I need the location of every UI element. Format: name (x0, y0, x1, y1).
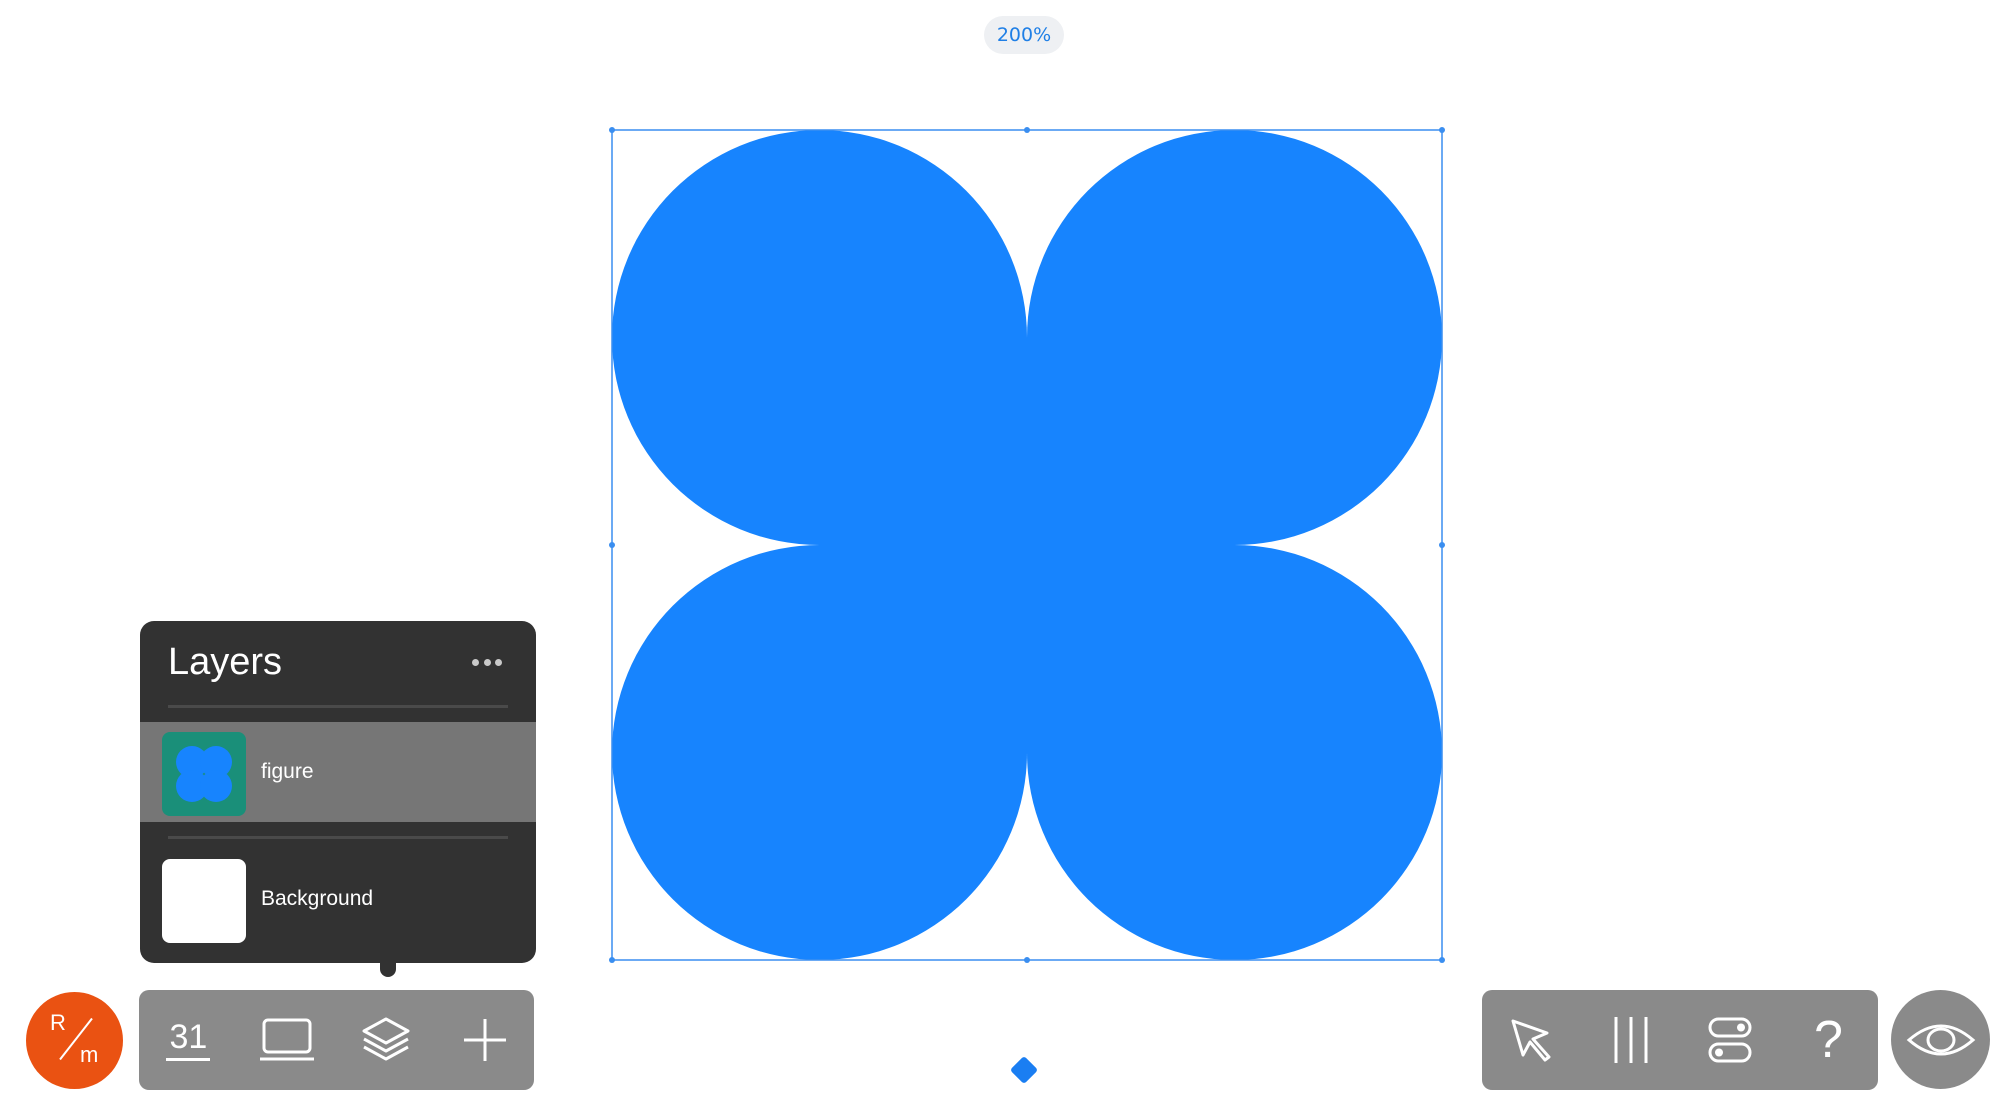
eye-icon (1906, 1024, 1975, 1055)
handle-middle-left (609, 542, 615, 548)
add-icon (463, 1019, 506, 1061)
select-arrow-icon (1511, 1019, 1550, 1062)
panel-pointer (380, 961, 396, 977)
artboard-icon (260, 1018, 315, 1061)
columns-icon (1614, 1017, 1647, 1063)
handle-top-middle (1024, 127, 1030, 133)
handle-bottom-right (1439, 957, 1445, 963)
layers-panel-title: Layers (168, 641, 283, 683)
app-stage: 200% Layers figure Background R m 31 ? (0, 0, 2000, 1110)
layer-name: Background (261, 887, 374, 910)
zoom-level-indicator[interactable]: 200% (984, 16, 1064, 54)
handle-top-left (609, 127, 615, 133)
layers-button[interactable] (337, 990, 436, 1090)
help-button[interactable]: ? (1779, 990, 1878, 1090)
artboard-button[interactable] (238, 990, 337, 1090)
divider (168, 705, 508, 708)
anchor-diamond-handle[interactable] (1009, 1055, 1039, 1085)
logo-letter-r: R (50, 1010, 66, 1035)
toggles-icon (1708, 1017, 1751, 1063)
divider (168, 836, 508, 839)
app-logo-button[interactable]: R m (26, 992, 123, 1089)
columns-button[interactable] (1581, 990, 1680, 1090)
layers-panel: Layers figure Background (140, 621, 536, 977)
handle-top-right (1439, 127, 1445, 133)
logo-letter-m: m (80, 1042, 99, 1067)
add-button[interactable] (435, 990, 534, 1090)
calendar-icon: 31 (166, 1020, 211, 1061)
blank-thumbnail (162, 859, 246, 943)
toggles-button[interactable] (1680, 990, 1779, 1090)
figure-thumbnail (162, 732, 246, 816)
layer-row-figure[interactable]: figure (140, 722, 536, 822)
handle-bottom-left (609, 957, 615, 963)
right-toolbar: ? (1482, 990, 1878, 1090)
select-tool-button[interactable] (1482, 990, 1581, 1090)
help-icon: ? (1814, 1011, 1843, 1069)
canvas-artboard[interactable] (609, 127, 1445, 963)
layer-name: figure (261, 760, 314, 783)
handle-middle-right (1439, 542, 1445, 548)
left-toolbar: 31 (139, 990, 534, 1090)
layers-icon (362, 1017, 410, 1061)
preview-button[interactable] (1891, 990, 1990, 1089)
calendar-button[interactable]: 31 (139, 990, 238, 1090)
ellipsis-icon[interactable] (472, 657, 502, 667)
layer-row-background[interactable]: Background (140, 849, 536, 949)
handle-bottom-middle (1024, 957, 1030, 963)
figure-center-fill (819, 337, 1235, 753)
quatrefoil-shape (612, 130, 1442, 960)
figure-shape[interactable] (609, 127, 1445, 963)
